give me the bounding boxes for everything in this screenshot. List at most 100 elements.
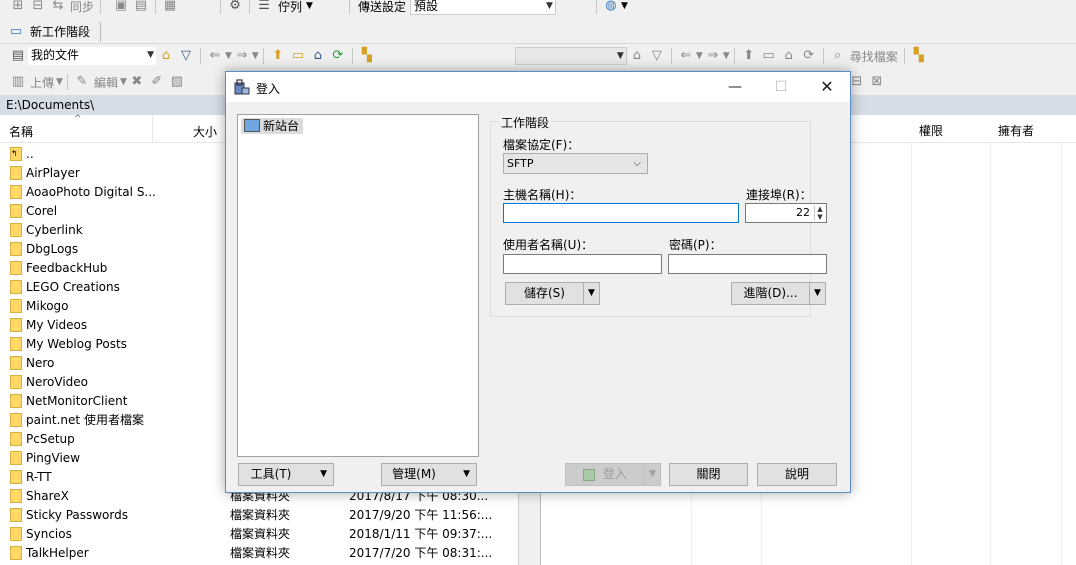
root-directory-icon[interactable]: ▭ [290, 48, 306, 64]
bookmark-icon[interactable]: ▚ [359, 48, 375, 64]
queue-icon[interactable]: ☰ [256, 0, 272, 14]
transfer-preset-select[interactable]: 預設 ▼ [409, 0, 556, 15]
tools-dropdown-icon: ▼ [320, 469, 327, 479]
remote-open-folder-icon[interactable]: ⌂ [629, 48, 645, 64]
login-button[interactable]: 登入 ▼ [565, 463, 661, 486]
file-name: My Weblog Posts [26, 336, 127, 351]
upload-dropdown-icon[interactable]: ▼ [56, 77, 63, 87]
edit-dropdown-icon[interactable]: ▼ [120, 77, 127, 87]
collapse-icon[interactable]: ⊟ [849, 74, 865, 90]
forward-dropdown-icon[interactable]: ▼ [252, 51, 259, 61]
synchronize-icon[interactable]: ▦ [162, 0, 178, 14]
column-name[interactable]: 名稱 [9, 123, 33, 140]
refresh-icon[interactable]: ⟳ [330, 48, 346, 64]
protocol-select[interactable]: SFTP ⌵ [503, 153, 648, 174]
username-label: 使用者名稱(U)： [503, 238, 594, 252]
upload-icon[interactable]: ▥ [10, 74, 26, 90]
globe-dropdown-icon[interactable]: ▼ [621, 1, 628, 11]
putty-icon[interactable]: ▤ [133, 0, 149, 14]
maximize-button[interactable]: ☐ [758, 72, 804, 102]
port-spinner[interactable]: ▲ ▼ [814, 205, 825, 221]
port-input[interactable]: 22 ▲ ▼ [745, 203, 827, 223]
folder-icon [10, 393, 22, 408]
remote-back-dropdown-icon[interactable]: ▼ [696, 51, 703, 61]
close-button[interactable]: 關閉 [669, 463, 748, 486]
advanced-button[interactable]: 進階(D)... ▼ [731, 282, 826, 305]
column-owner[interactable]: 擁有者 [998, 122, 1034, 139]
remote-bookmark-icon[interactable]: ▚ [911, 48, 927, 64]
save-button-label: 儲存(S) [524, 286, 565, 300]
minimize-button[interactable]: — [712, 72, 758, 102]
globe-icon[interactable]: ◍ [603, 0, 619, 14]
new-session-icon[interactable]: ▭ [8, 24, 24, 40]
find-files-icon[interactable]: ⌕ [830, 48, 846, 64]
close-window-button[interactable]: ✕ [804, 72, 850, 102]
table-row[interactable]: Syncios 檔案資料夾 2018/1/11 下午 09:37:... [0, 524, 518, 543]
remote-location-select[interactable]: ▼ [514, 47, 627, 65]
column-divider [152, 115, 153, 143]
local-location-select[interactable]: 我的文件 ▼ [28, 47, 156, 65]
separator [100, 0, 102, 14]
host-input[interactable] [503, 203, 739, 223]
manage-dropdown-icon: ▼ [463, 469, 470, 479]
sync-browse-icon[interactable]: ⊟ [30, 0, 46, 14]
parent-directory-label: .. [26, 146, 34, 161]
table-row[interactable]: TalkHelper 檔案資料夾 2017/7/20 下午 08:31:... [0, 543, 518, 562]
remote-refresh-icon[interactable]: ⟳ [801, 48, 817, 64]
sync-label[interactable]: 同步 [70, 0, 94, 15]
table-row[interactable]: Sticky Passwords 檔案資料夾 2017/9/20 下午 11:56:… [0, 505, 518, 524]
remote-root-directory-icon[interactable]: ▭ [761, 48, 777, 64]
save-dropdown-icon[interactable]: ▼ [583, 283, 599, 304]
username-input[interactable] [503, 254, 662, 274]
tools-button[interactable]: 工具(T) ▼ [238, 463, 334, 486]
home-icon[interactable]: ⌂ [310, 48, 326, 64]
new-session-tab[interactable]: 新工作階段 [30, 23, 90, 40]
dialog-title: 登入 [256, 82, 281, 96]
advanced-dropdown-icon[interactable]: ▼ [809, 283, 825, 304]
folder-icon [10, 488, 22, 503]
remote-back-icon[interactable]: ⇐ [678, 48, 694, 64]
queue-dropdown-icon[interactable]: ▼ [306, 1, 313, 11]
back-icon[interactable]: ⇐ [207, 48, 223, 64]
chevron-down-icon: ▼ [546, 1, 553, 11]
folder-icon [10, 431, 22, 446]
remote-home-icon[interactable]: ⌂ [781, 48, 797, 64]
back-dropdown-icon[interactable]: ▼ [225, 51, 232, 61]
manage-button[interactable]: 管理(M) ▼ [381, 463, 477, 486]
parent-directory-icon[interactable]: ⬆ [270, 48, 286, 64]
column-permissions[interactable]: 權限 [919, 122, 943, 139]
edit-icon[interactable]: ✎ [74, 74, 90, 90]
compare-icon[interactable]: ⊞ [10, 0, 26, 14]
queue-menu[interactable]: 佇列 [278, 0, 302, 15]
save-button[interactable]: 儲存(S) ▼ [505, 282, 600, 305]
remote-forward-dropdown-icon[interactable]: ▼ [723, 51, 730, 61]
properties-icon[interactable]: ▧ [169, 74, 185, 90]
folder-icon [10, 412, 22, 427]
console-icon[interactable]: ▣ [113, 0, 129, 14]
open-folder-icon[interactable]: ⌂ [158, 48, 174, 64]
delete-icon[interactable]: ✖ [129, 74, 145, 90]
login-dropdown-icon[interactable]: ▼ [644, 464, 660, 485]
remote-filter-icon[interactable]: ▽ [649, 48, 665, 64]
column-size[interactable]: 大小 [193, 123, 217, 140]
local-location-value: 我的文件 [31, 48, 80, 62]
dialog-title-bar[interactable]: 登入 — ☐ ✕ [226, 72, 850, 102]
upload-button[interactable]: 上傳 [30, 74, 54, 91]
rename-icon[interactable]: ✐ [149, 74, 165, 90]
site-tree[interactable]: 新站台 [237, 114, 479, 457]
remote-parent-directory-icon[interactable]: ⬆ [741, 48, 757, 64]
sync-icon[interactable]: ⇆ [50, 0, 66, 14]
toggle-filter-icon[interactable]: ⊠ [869, 74, 885, 90]
forward-icon[interactable]: ⇒ [234, 48, 250, 64]
preferences-gear-icon[interactable]: ⚙ [227, 0, 243, 14]
remote-forward-icon[interactable]: ⇒ [705, 48, 721, 64]
file-name: Cyberlink [26, 222, 83, 237]
edit-button[interactable]: 編輯 [94, 74, 118, 91]
password-input[interactable] [668, 254, 827, 274]
help-button[interactable]: 說明 [757, 463, 837, 486]
separator [249, 0, 251, 14]
find-files-button[interactable]: 尋找檔案 [850, 48, 898, 65]
filter-icon[interactable]: ▽ [178, 48, 194, 64]
site-node-new-site[interactable]: 新站台 [241, 118, 304, 134]
password-label: 密碼(P)： [669, 238, 722, 252]
